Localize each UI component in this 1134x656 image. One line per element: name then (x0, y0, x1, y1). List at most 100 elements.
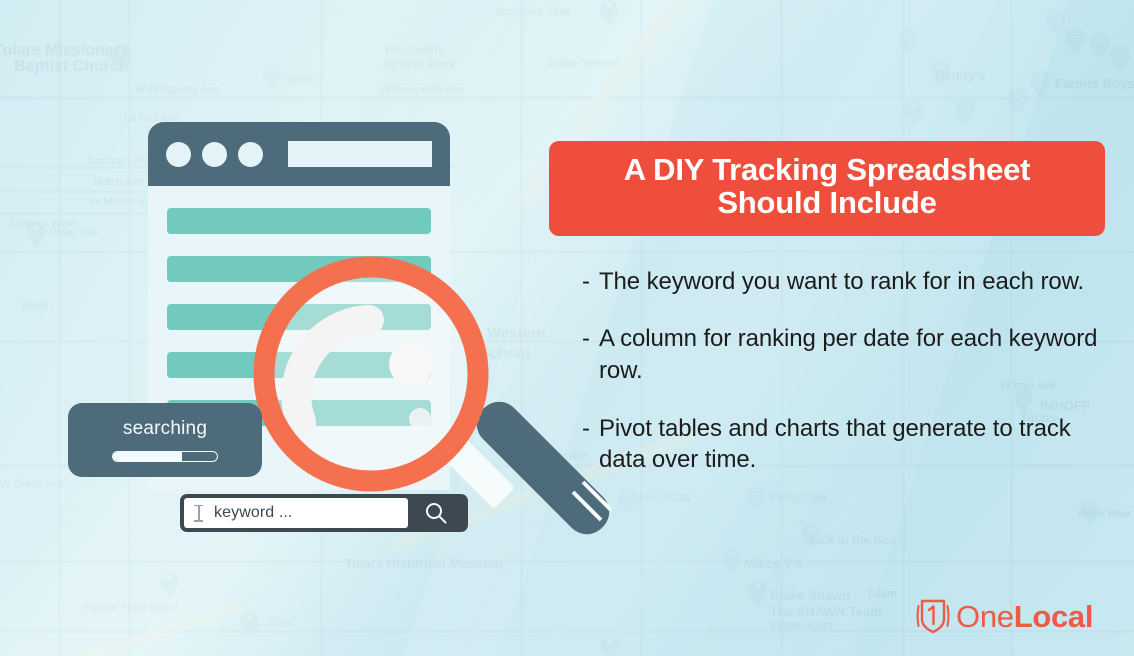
map-pin-icon: ☳ (955, 98, 975, 118)
map-label: Valero (283, 71, 317, 85)
map-label: Tulare (866, 588, 897, 600)
magnifier-handle-stripe (581, 480, 613, 512)
map-pin-icon: ■ (26, 222, 45, 241)
map-label: Piccadilly (385, 42, 445, 57)
page-title-line-2: Should Include (717, 184, 937, 220)
map-label: Jackson's Tires (496, 6, 571, 18)
map-pin-icon: ■ (748, 580, 767, 599)
bullet-dash: - (582, 414, 590, 442)
map-pin-icon: ☳ (1030, 70, 1050, 90)
map-pin-icon: ☳ (1110, 44, 1130, 64)
page-title-line-1: A DIY Tracking Spreadsheet (623, 152, 1031, 187)
map-label: Jack in the Box (808, 533, 897, 547)
map-pin-icon: ☳ (930, 60, 950, 80)
keyword-search-box[interactable]: keyword ... (180, 494, 468, 532)
map-pin-icon: ✝ (110, 44, 132, 66)
bullet-dash: - (582, 325, 590, 353)
map-pin-icon: ■ (262, 66, 281, 85)
map-label: W Prosperity Ave (135, 84, 220, 96)
window-dot-icon (238, 141, 263, 167)
map-label: Farmer Boys (1055, 76, 1134, 91)
map-label: Hatch Ave (94, 176, 144, 188)
window-dot-icon (202, 141, 227, 167)
map-label: Sports Park (383, 57, 456, 72)
map-pin-icon: ☳ (1080, 500, 1099, 519)
map-label: Cochran Ave (88, 155, 151, 167)
map-label: Denny's (935, 68, 986, 83)
map-label: Flying Tiger (770, 492, 827, 504)
map-pin-icon: ☳ (746, 486, 765, 505)
map-label: Blake Shawn - (770, 588, 859, 603)
map-street-line (0, 560, 1134, 563)
window-dot-icon (166, 141, 191, 167)
map-label: Exxon (22, 300, 53, 312)
bullet-text: A column for ranking per date for each k… (599, 325, 1098, 385)
map-pin-icon: ☳ (802, 522, 821, 541)
map-street-line (58, 0, 61, 656)
searching-progress-fill (113, 452, 182, 461)
map-label: Dollar General (548, 58, 619, 70)
map-pin-icon: ■ (160, 572, 179, 591)
map-pin-icon: ■ (905, 100, 924, 119)
browser-url-bar[interactable] (288, 141, 432, 167)
onelocal-wordmark: OneLocal (956, 601, 1093, 632)
search-icon (426, 503, 447, 524)
onelocal-pin-icon (916, 599, 950, 634)
browser-content-area (148, 186, 450, 426)
browser-titlebar (148, 122, 450, 186)
text-cursor-icon (194, 504, 203, 522)
map-highway (0, 600, 244, 656)
content-placeholder-bar (167, 256, 431, 282)
map-pin-icon: ☳ (1065, 28, 1085, 48)
content-placeholder-bar (167, 352, 431, 378)
map-pin-icon: ☳ (898, 28, 918, 48)
search-button[interactable] (408, 498, 464, 528)
map-street-line (128, 0, 131, 656)
keyword-search-value: keyword ... (214, 504, 293, 521)
content-panel: A DIY Tracking Spreadsheet Should Includ… (549, 141, 1105, 476)
map-street-line (520, 0, 523, 656)
magnifier-handle-stripe (571, 490, 603, 522)
map-pin-icon: ■ (240, 612, 259, 631)
content-placeholder-bar (167, 304, 431, 330)
content-placeholder-bar (167, 208, 431, 234)
map-label: CVS (268, 618, 291, 630)
bullet-dash: - (582, 267, 590, 295)
searching-label: searching (122, 418, 208, 439)
map-label: Black Bear (1078, 508, 1132, 520)
bullet-list: - The keyword you want to rank for in ea… (549, 266, 1105, 476)
onelocal-logo: OneLocal (916, 597, 1093, 635)
searching-status-tooltip: searching (68, 403, 262, 477)
map-label: W Cross Ave (0, 478, 64, 490)
map-pin-icon: ■ (600, 0, 619, 19)
map-label: Baptist Church (14, 58, 129, 75)
infographic-canvas: Jackson's Tires Tulare Missionary Baptist … (0, 0, 1134, 656)
map-label: Custom Wash (10, 218, 79, 230)
map-label: Tulare Historical Museum (345, 556, 503, 571)
map-street-line (0, 96, 1134, 100)
map-label: Estate Agent (770, 620, 833, 632)
map-pin-icon: ☳ (1045, 8, 1065, 28)
map-label: School (480, 345, 531, 362)
map-label: W Prosperity Ave (380, 84, 465, 96)
map-pin-icon: ■ (600, 636, 619, 655)
keyword-search-input[interactable]: keyword ... (184, 498, 408, 528)
map-label: V.I.P. Pizza (636, 492, 691, 504)
title-banner: A DIY Tracking Spreadsheet Should Includ… (549, 141, 1105, 236)
logo-word-local: Local (1013, 598, 1094, 634)
map-pin-icon: ☳ (1008, 88, 1028, 108)
map-label: Dollar Tree (50, 228, 99, 239)
map-pin-icon: ☳ (1090, 32, 1110, 52)
bullet-text: The keyword you want to rank for in each… (599, 267, 1085, 295)
map-label: Mikey V's (744, 556, 803, 571)
searching-progress-bar (112, 451, 218, 462)
list-item: - A column for ranking per date for each… (582, 323, 1105, 386)
map-label: Western (487, 325, 546, 342)
map-pin-icon: ☳ (618, 488, 637, 507)
bullet-text: Pivot tables and charts that generate to… (599, 414, 1071, 474)
map-pin-icon: ☳ (722, 548, 741, 567)
logo-word-one: One (956, 598, 1014, 634)
list-item: - The keyword you want to rank for in ea… (582, 266, 1105, 298)
map-label: Tulare Missionary (0, 42, 129, 59)
map-label: The SHAWN Team (770, 604, 882, 619)
